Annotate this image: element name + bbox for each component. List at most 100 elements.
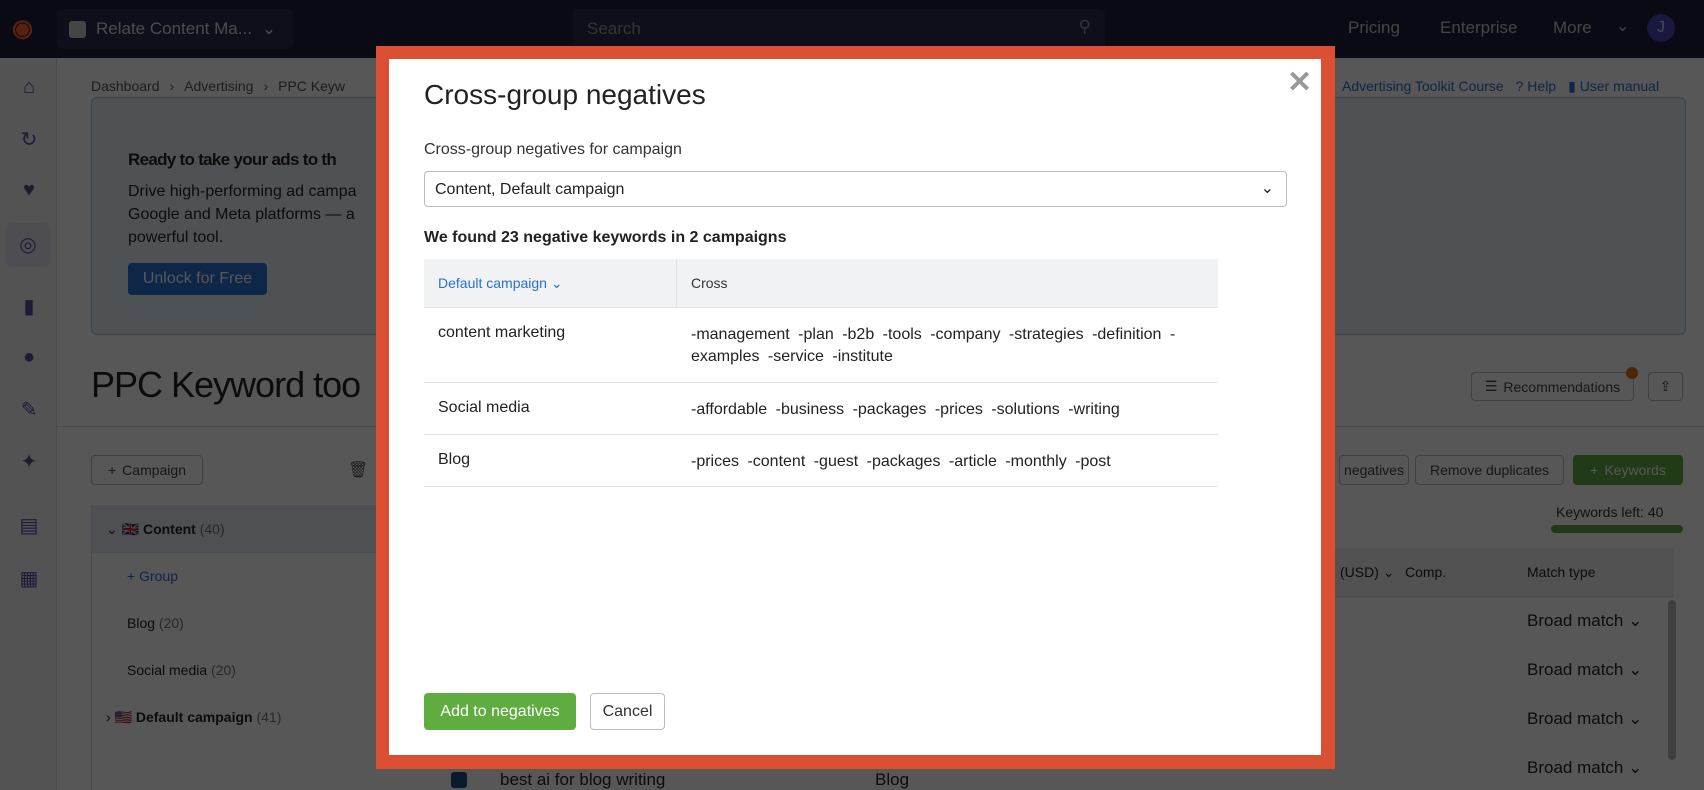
- campaign-select[interactable]: Content, Default campaign ⌄: [424, 171, 1287, 207]
- search-icon[interactable]: ⚲: [1079, 17, 1091, 37]
- negatives-table-header: Default campaign ⌄ Cross: [424, 259, 1218, 308]
- plus-icon: +: [1590, 462, 1599, 478]
- chevron-right-icon: ›: [169, 78, 175, 94]
- banner-line: powerful tool.: [128, 229, 224, 246]
- add-to-negatives-button[interactable]: Add to negatives: [424, 693, 576, 730]
- nav-more[interactable]: More: [1553, 18, 1592, 38]
- trash-icon[interactable]: 🗑: [348, 460, 368, 480]
- row-checkbox[interactable]: [451, 772, 467, 788]
- advertising-icon[interactable]: ◎: [5, 223, 51, 267]
- tree-item-social[interactable]: Social media (20): [127, 662, 236, 678]
- home-icon[interactable]: ⌂: [16, 74, 42, 100]
- cpc-header[interactable]: (USD) ⌄: [1340, 564, 1395, 581]
- chart-icon[interactable]: ▮: [16, 294, 42, 320]
- keywords-label: Keywords: [1604, 462, 1666, 478]
- match-value: Broad match: [1527, 611, 1624, 630]
- match-type-select[interactable]: Broad match ⌄: [1527, 709, 1642, 729]
- match-value: Broad match: [1527, 660, 1624, 679]
- negative-keywords: -prices -content -guest -packages -artic…: [691, 453, 1111, 470]
- col2-label: Cross: [691, 275, 728, 291]
- breadcrumb-current: PPC Keyw: [278, 78, 346, 94]
- summary-text: We found 23 negative keywords in 2 campa…: [424, 229, 787, 246]
- tree-item-content[interactable]: ⌄ 🇬🇧 Content (40): [92, 505, 376, 553]
- book-icon: ▮: [1568, 78, 1576, 94]
- match-value: Broad match: [1527, 758, 1624, 777]
- apps-icon[interactable]: ▦: [16, 566, 42, 592]
- export-icon: ⇪: [1659, 378, 1672, 394]
- project-selector[interactable]: Relate Content Ma... ⌄: [57, 9, 293, 49]
- default-count: (41): [256, 709, 282, 725]
- banner-text: Drive high-performing ad campa Google an…: [128, 180, 357, 249]
- logo-icon[interactable]: ◉: [12, 14, 42, 44]
- group-name: content marketing: [438, 324, 566, 341]
- export-button[interactable]: ⇪: [1648, 372, 1683, 401]
- keywords-left: Keywords left: 40: [1556, 504, 1664, 520]
- match-type-select[interactable]: Broad match ⌄: [1527, 660, 1642, 680]
- campaign-tree: ⌄ 🇬🇧 Content (40) + Group Blog (20) Soci…: [91, 505, 376, 790]
- project-name: Relate Content Ma...: [96, 19, 252, 38]
- banner-line: Drive high-performing ad campa: [128, 183, 357, 200]
- banner-title: Ready to take your ads to th: [128, 150, 337, 169]
- ai-icon[interactable]: ✦: [16, 449, 42, 475]
- campaign-column-dropdown[interactable]: Default campaign ⌄: [438, 275, 563, 292]
- content-name: Content: [142, 521, 196, 537]
- chevron-down-icon: ⌄: [1616, 18, 1630, 35]
- nav-enterprise[interactable]: Enterprise: [1440, 18, 1517, 38]
- course-link[interactable]: Advertising Toolkit Course: [1342, 78, 1504, 95]
- cancel-button[interactable]: Cancel: [590, 693, 665, 730]
- table-row: Blog -prices -content -guest -packages -…: [424, 435, 1218, 487]
- unlock-button[interactable]: Unlock for Free: [128, 263, 267, 295]
- add-group-button[interactable]: + Group: [127, 568, 178, 584]
- social-count: (20): [211, 662, 236, 678]
- match-header: Match type: [1527, 564, 1596, 580]
- content-count: (40): [199, 521, 225, 537]
- search-input[interactable]: Search ⚲: [573, 9, 1105, 49]
- match-type-select[interactable]: Broad match ⌄: [1527, 758, 1642, 778]
- table-row: Social media -affordable -business -pack…: [424, 383, 1218, 435]
- help-label: Help: [1527, 78, 1557, 94]
- table-row: content marketing -management -plan -b2b…: [424, 308, 1218, 383]
- blog-count: (20): [158, 615, 184, 631]
- match-type-select[interactable]: Broad match ⌄: [1527, 611, 1642, 631]
- remove-duplicates-button[interactable]: Remove duplicates: [1415, 455, 1564, 485]
- recommendations-button[interactable]: ☰ Recommendations: [1471, 372, 1634, 401]
- location-icon[interactable]: ●: [16, 344, 42, 370]
- comp-header[interactable]: Comp.: [1405, 564, 1446, 580]
- group-name: Social media: [438, 399, 530, 416]
- chevron-down-icon: ⌄: [1260, 180, 1274, 197]
- add-campaign-button[interactable]: + Campaign: [91, 455, 203, 485]
- help-link[interactable]: ? Help: [1516, 78, 1556, 95]
- page-title: PPC Keyword too: [91, 364, 361, 405]
- close-icon[interactable]: ✕: [1287, 65, 1312, 100]
- document-icon[interactable]: ▤: [16, 513, 42, 539]
- project-icon: [69, 20, 86, 38]
- chat-icon[interactable]: ♥: [16, 177, 42, 203]
- help-icon: ?: [1515, 78, 1524, 94]
- keywords-left-bar: [1551, 525, 1683, 533]
- nav-pricing[interactable]: Pricing: [1348, 18, 1400, 38]
- notification-dot: [1626, 367, 1638, 379]
- breadcrumb-dashboard[interactable]: Dashboard: [91, 78, 160, 94]
- pen-icon[interactable]: ✎: [16, 397, 42, 423]
- group-name: Blog: [438, 451, 471, 468]
- tree-item-blog[interactable]: Blog (20): [127, 615, 184, 631]
- cpc-label: (USD): [1340, 564, 1379, 580]
- scrollbar[interactable]: [1668, 600, 1676, 760]
- group-label: Group: [139, 568, 178, 584]
- avatar[interactable]: J: [1647, 14, 1675, 42]
- keyword-cell: best ai for blog writing: [500, 770, 666, 789]
- search-placeholder: Search: [587, 19, 641, 38]
- dialog-title: Cross-group negatives: [424, 79, 706, 110]
- manual-link[interactable]: ▮ User manual: [1568, 78, 1659, 95]
- select-value: Content, Default campaign: [435, 181, 625, 198]
- social-name: Social media: [127, 662, 208, 678]
- cross-negatives-button[interactable]: negatives: [1339, 455, 1409, 485]
- blog-name: Blog: [127, 615, 156, 631]
- add-keywords-button[interactable]: + Keywords: [1573, 455, 1683, 485]
- banner-line: Google and Meta platforms — a: [128, 206, 355, 223]
- seo-icon[interactable]: ↻: [16, 127, 42, 153]
- breadcrumb-advertising[interactable]: Advertising: [184, 78, 253, 94]
- tree-item-default[interactable]: › 🇺🇸 Default campaign (41): [106, 709, 281, 726]
- negative-keywords: -affordable -business -packages -prices …: [691, 401, 1120, 418]
- default-name: Default campaign: [135, 709, 253, 725]
